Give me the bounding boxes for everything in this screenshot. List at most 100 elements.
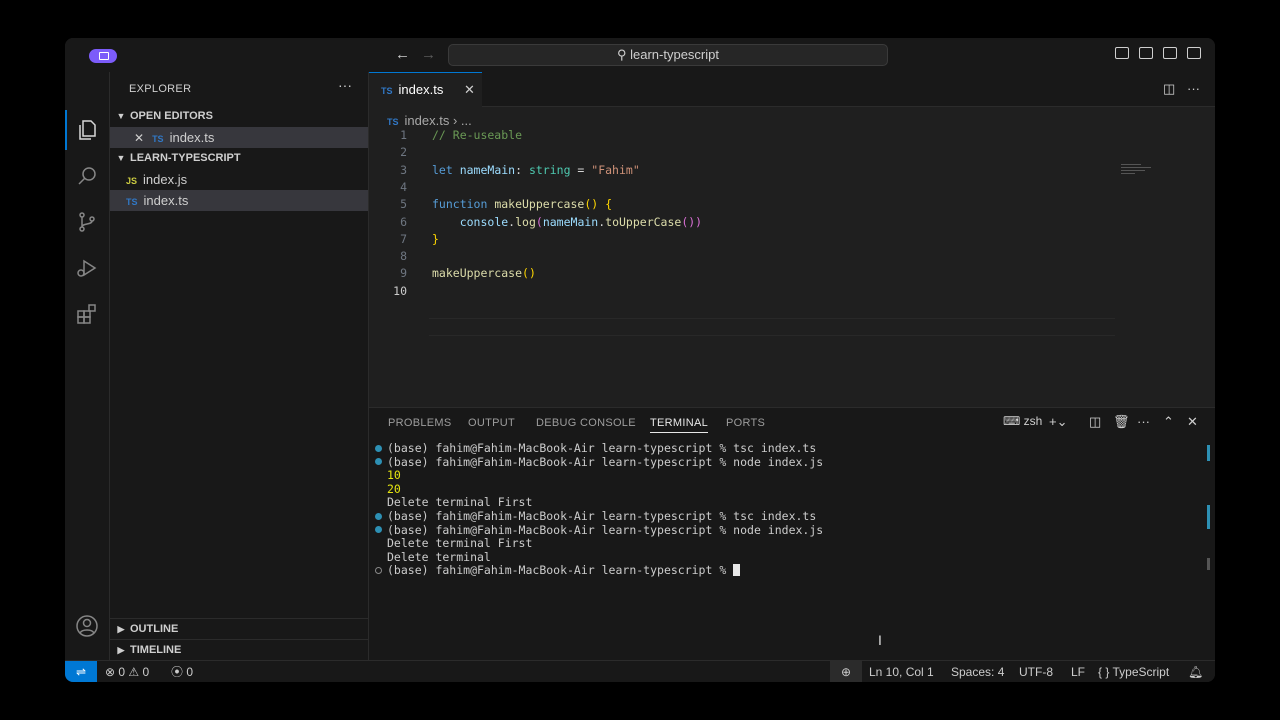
- search-icon[interactable]: [75, 164, 99, 188]
- cursor-position[interactable]: Ln 10, Col 1: [869, 661, 934, 682]
- current-line-highlight: [429, 318, 1115, 336]
- file-name: index.ts: [143, 193, 189, 208]
- minimap[interactable]: [1121, 164, 1161, 184]
- language-label: TypeScript: [1112, 665, 1170, 679]
- line-number: 4: [400, 179, 407, 194]
- tab-index-ts[interactable]: TS index.ts ✕: [369, 72, 482, 107]
- code-line[interactable]: 7}: [369, 231, 1215, 248]
- more-actions-icon[interactable]: ···: [1137, 414, 1150, 429]
- encoding[interactable]: UTF-8: [1019, 661, 1053, 682]
- breadcrumb-file[interactable]: index.ts: [405, 113, 450, 128]
- new-terminal-icon[interactable]: +⌄: [1049, 414, 1067, 430]
- command-decoration-icon[interactable]: [375, 526, 382, 534]
- indentation[interactable]: Spaces: 4: [951, 661, 1004, 682]
- search-text: learn-typescript: [630, 47, 719, 62]
- command-decoration-icon[interactable]: [375, 512, 382, 520]
- tab-ports[interactable]: PORTS: [726, 417, 765, 429]
- open-editor-item[interactable]: ✕ TS index.ts: [110, 127, 368, 148]
- arrow-left-icon[interactable]: ←: [395, 46, 410, 63]
- split-terminal-icon[interactable]: ◫: [1089, 414, 1101, 430]
- code-line[interactable]: 2: [369, 144, 1215, 161]
- command-decoration-icon[interactable]: [375, 458, 382, 466]
- more-actions-icon[interactable]: ···: [1187, 81, 1200, 96]
- remote-indicator-icon[interactable]: ⇌: [65, 661, 97, 682]
- open-editors-section[interactable]: ▼ OPEN EDITORS: [110, 106, 368, 127]
- code-line[interactable]: 5 function makeUppercase() {: [369, 196, 1215, 213]
- terminal-line: (base) fahim@Fahim-MacBook-Air learn-typ…: [387, 563, 741, 577]
- extensions-icon[interactable]: [75, 302, 99, 326]
- timeline-label: TIMELINE: [130, 644, 182, 656]
- terminal-line: 20: [387, 481, 401, 496]
- scroll-marker: [1207, 445, 1210, 461]
- code-line[interactable]: 10: [369, 283, 1215, 300]
- run-debug-icon[interactable]: [75, 256, 99, 280]
- bell-icon[interactable]: 🔔︎: [1188, 661, 1203, 682]
- tab-terminal[interactable]: TERMINAL: [650, 417, 709, 433]
- typescript-file-icon: TS: [381, 86, 393, 96]
- close-icon[interactable]: ✕: [134, 131, 144, 145]
- account-badge-icon[interactable]: [89, 49, 117, 63]
- terminal-shell-selector[interactable]: ⌨ zsh: [1003, 414, 1042, 428]
- line-number: 8: [400, 249, 407, 264]
- command-decoration-icon[interactable]: [375, 444, 382, 452]
- line-number: 7: [400, 231, 407, 246]
- breadcrumb: TS index.ts › ...: [387, 113, 472, 128]
- tab-debug-console[interactable]: DEBUG CONSOLE: [536, 417, 636, 429]
- activity-bar: [65, 72, 110, 682]
- terminal-line: (base) fahim@Fahim-MacBook-Air learn-typ…: [387, 509, 817, 523]
- close-icon[interactable]: ✕: [464, 73, 475, 106]
- more-actions-icon[interactable]: ···: [338, 77, 352, 93]
- split-editor-icon[interactable]: ◫: [1163, 81, 1175, 97]
- source-control-icon[interactable]: [75, 210, 99, 234]
- code-line[interactable]: 6 console.log(nameMain.toUpperCase()): [369, 214, 1215, 231]
- typescript-file-icon: TS: [126, 197, 138, 207]
- code-text: function makeUppercase() {: [432, 197, 613, 212]
- terminal-line: Delete terminal First: [387, 536, 533, 551]
- ports-status[interactable]: ⦿ 0: [171, 661, 193, 682]
- line-number: 3: [400, 162, 407, 177]
- chevron-right-icon: ▶: [117, 645, 125, 655]
- line-number: 9: [400, 266, 407, 281]
- end-of-line[interactable]: LF: [1071, 661, 1085, 682]
- toggle-sidebar-icon[interactable]: [1115, 47, 1129, 59]
- line-number: 5: [400, 197, 407, 212]
- code-line[interactable]: 1 // Re-useable: [369, 127, 1215, 144]
- tab-problems[interactable]: PROBLEMS: [388, 417, 452, 429]
- line-number: 1: [400, 128, 407, 142]
- outline-section[interactable]: ▶ OUTLINE: [110, 618, 368, 640]
- code-line[interactable]: 8: [369, 248, 1215, 265]
- file-item-index-js[interactable]: JS index.js: [110, 169, 368, 190]
- project-section[interactable]: ▼ LEARN-TYPESCRIPT: [110, 148, 368, 169]
- outline-label: OUTLINE: [130, 623, 179, 635]
- close-panel-icon[interactable]: ✕: [1187, 414, 1198, 430]
- toggle-secondary-sidebar-icon[interactable]: [1163, 47, 1177, 59]
- title-bar: ← → ⚲ learn-typescript: [65, 38, 1215, 73]
- line-number: 10: [393, 283, 407, 298]
- timeline-section[interactable]: ▶ TIMELINE: [110, 639, 368, 661]
- arrow-right-icon[interactable]: →: [421, 46, 436, 63]
- toggle-panel-icon[interactable]: [1139, 47, 1153, 59]
- command-decoration-icon[interactable]: [375, 566, 382, 574]
- code-text: console.log(nameMain.toUpperCase()): [459, 214, 703, 229]
- maximize-panel-icon[interactable]: ⌃: [1163, 414, 1174, 430]
- code-line[interactable]: 9 makeUppercase(): [369, 265, 1215, 282]
- problems-status[interactable]: ⊗ 0 ⚠ 0: [105, 661, 149, 682]
- zoom-icon[interactable]: ⊕: [830, 661, 862, 682]
- ports-count: 0: [186, 665, 194, 679]
- trash-icon[interactable]: 🗑: [1113, 414, 1130, 430]
- language-mode[interactable]: { } TypeScript: [1098, 661, 1169, 682]
- project-label: LEARN-TYPESCRIPT: [130, 152, 241, 164]
- breadcrumb-rest[interactable]: › ...: [453, 113, 472, 128]
- terminal-scrollbar[interactable]: [1207, 558, 1210, 570]
- command-center-search[interactable]: ⚲ learn-typescript: [448, 44, 888, 66]
- code-line[interactable]: 3 let nameMain: string = "Fahim": [369, 162, 1215, 179]
- file-item-index-ts[interactable]: TS index.ts: [110, 190, 368, 211]
- terminal-icon: ⌨: [1003, 414, 1024, 428]
- customize-layout-icon[interactable]: [1187, 47, 1201, 59]
- typescript-file-icon: TS: [152, 134, 164, 144]
- explorer-sidebar: EXPLORER ··· ▼ OPEN EDITORS ✕ TS index.ts ▼…: [110, 72, 369, 660]
- code-line[interactable]: 4: [369, 179, 1215, 196]
- tab-output[interactable]: OUTPUT: [468, 417, 515, 429]
- explorer-icon[interactable]: [75, 118, 99, 142]
- accounts-icon[interactable]: [75, 614, 99, 638]
